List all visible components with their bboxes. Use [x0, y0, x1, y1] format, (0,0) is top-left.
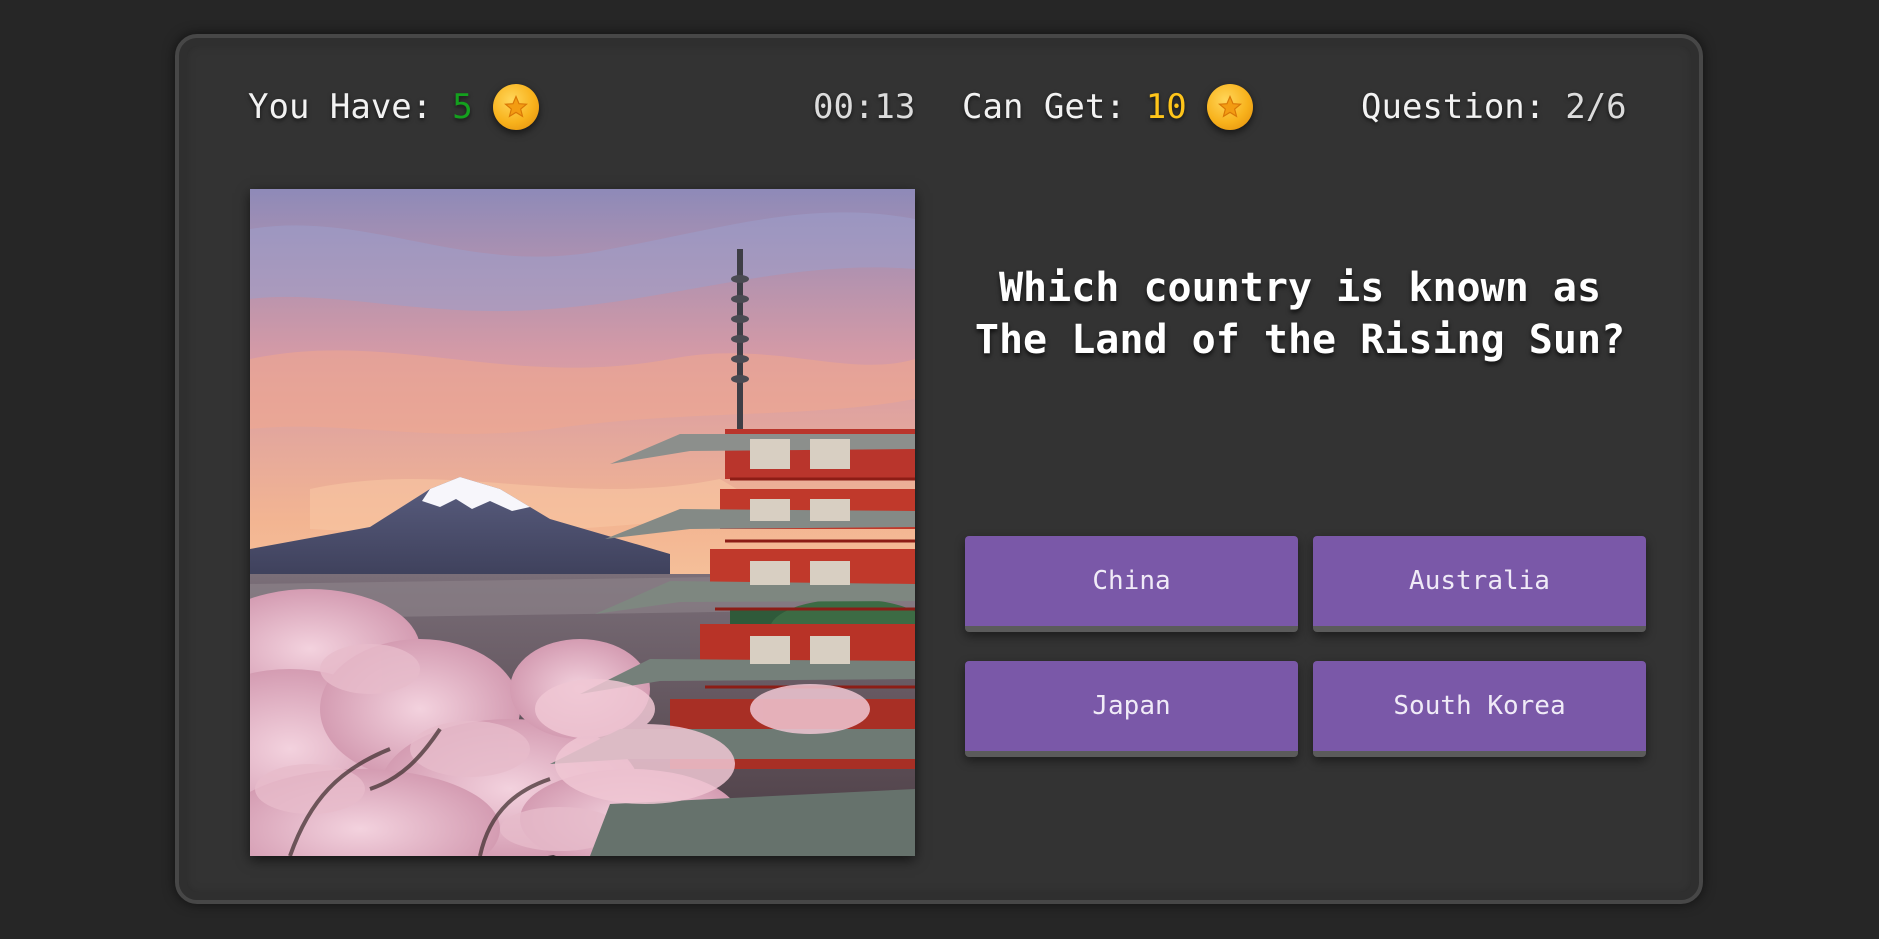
question-counter-value: 2/6 [1565, 87, 1627, 127]
question-image [250, 189, 915, 856]
coins-owned: You Have: 5 [248, 80, 539, 134]
question-counter: Question: 2/6 [1361, 80, 1627, 134]
question-text: Which country is known as The Land of th… [960, 262, 1640, 366]
question-counter-label: Question: [1361, 87, 1546, 127]
coins-reward-value: 10 [1145, 87, 1187, 127]
timer: 00:13 [813, 80, 915, 134]
answer-button-australia[interactable]: Australia [1313, 536, 1646, 632]
star-coin-icon [492, 84, 539, 130]
coins-reward: Can Get: 10 [962, 80, 1253, 134]
question-line-1: Which country is known as [998, 265, 1602, 311]
coins-owned-label: You Have: [248, 87, 433, 127]
coins-reward-label: Can Get: [962, 87, 1126, 127]
answer-button-china[interactable]: China [965, 536, 1298, 632]
timer-value: 00:13 [813, 87, 916, 127]
coins-owned-value: 5 [452, 87, 473, 127]
answer-button-japan[interactable]: Japan [965, 661, 1298, 757]
answer-button-south-korea[interactable]: South Korea [1313, 661, 1646, 757]
star-coin-icon [1206, 84, 1253, 130]
question-line-2: The Land of the Rising Sun? [974, 317, 1626, 363]
